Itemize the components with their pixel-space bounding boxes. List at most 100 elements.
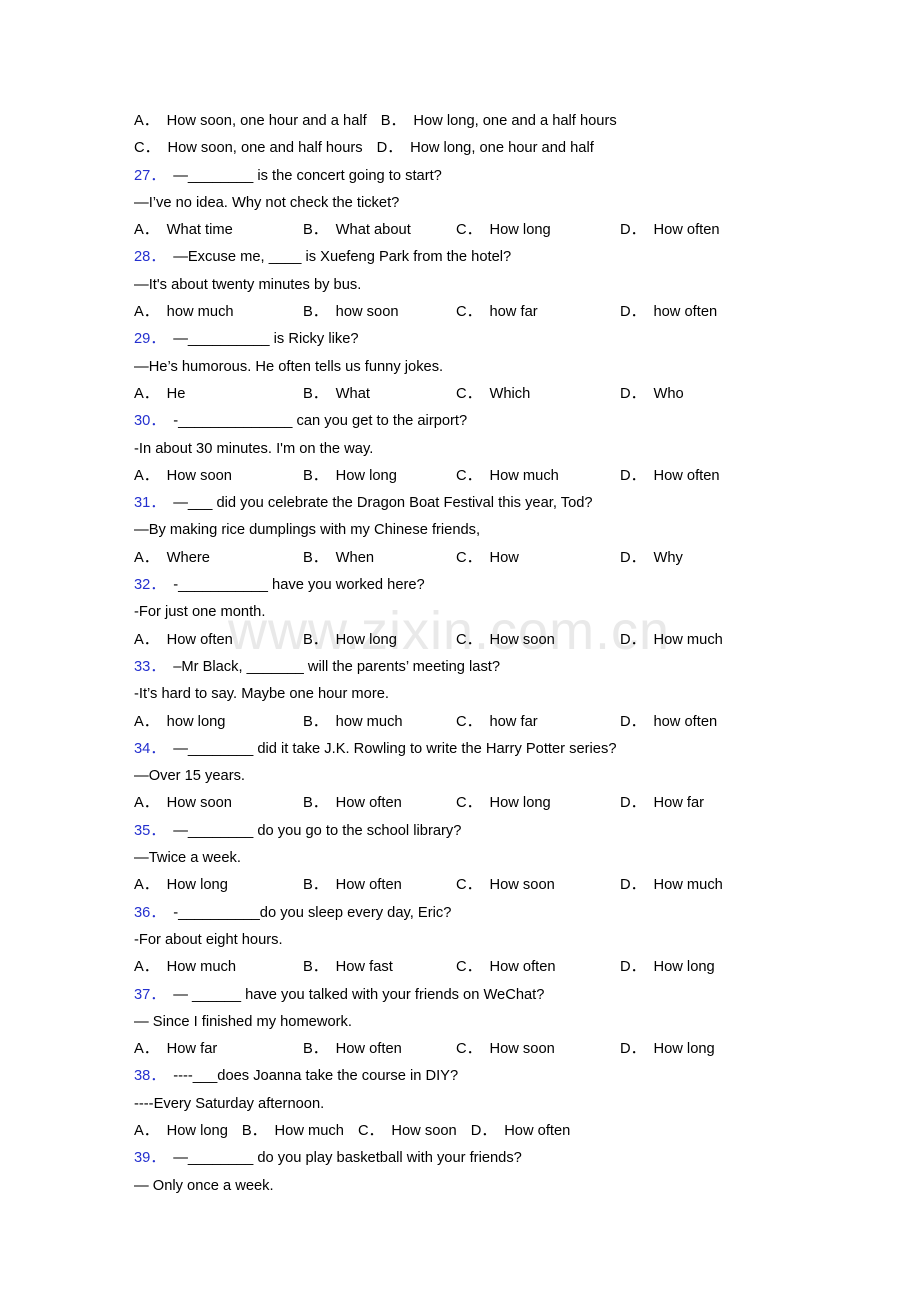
- option-2[interactable]: B． how soon: [303, 299, 399, 326]
- option-2[interactable]: B． What about: [303, 217, 411, 244]
- option-label: How often: [335, 877, 402, 894]
- option-label: What time: [166, 222, 233, 239]
- option-3[interactable]: C． How long: [456, 217, 551, 244]
- option-letter: D．: [620, 304, 646, 321]
- option-4[interactable]: D． How far: [620, 790, 704, 817]
- option-3[interactable]: C． How soon: [358, 1123, 457, 1139]
- option-label: How often: [653, 467, 720, 484]
- option-4[interactable]: D． How often: [471, 1123, 571, 1139]
- option-2[interactable]: D． How long, one hour and half: [377, 140, 594, 156]
- option-4[interactable]: D． How often: [620, 217, 720, 244]
- question-text: —________ do you go to the school librar…: [173, 822, 462, 839]
- options-row-37: A． How far B． How often C． How soon D． How …: [134, 1036, 834, 1063]
- option-4[interactable]: D． how often: [620, 709, 717, 736]
- option-2[interactable]: B． How long: [303, 463, 397, 490]
- question-number: 27．: [134, 167, 166, 184]
- option-1[interactable]: A． Where: [134, 545, 210, 572]
- option-3[interactable]: C． Which: [456, 381, 530, 408]
- question-34: 34． —________ did it take J.K. Rowling t…: [134, 736, 834, 763]
- option-4[interactable]: D． How often: [620, 463, 720, 490]
- answer-38: ----Every Saturday afternoon.: [134, 1091, 834, 1118]
- option-1[interactable]: A． He: [134, 381, 185, 408]
- option-2[interactable]: B． How often: [303, 872, 402, 899]
- option-label: What: [335, 385, 370, 402]
- question-number: 34．: [134, 740, 166, 757]
- option-2[interactable]: B． How often: [303, 790, 402, 817]
- option-label: how much: [166, 304, 234, 321]
- option-1[interactable]: A． How long: [134, 1123, 228, 1139]
- option-label: How soon: [166, 795, 232, 812]
- options-row-38: A． How long B． How much C． How soon D． How …: [134, 1118, 834, 1145]
- option-1[interactable]: A． How soon, one hour and a half: [134, 113, 367, 129]
- option-2[interactable]: B． How long: [303, 627, 397, 654]
- option-label: How much: [653, 631, 723, 648]
- option-label: How often: [166, 631, 233, 648]
- option-3[interactable]: C． How soon: [456, 872, 555, 899]
- option-letter: B．: [303, 959, 328, 976]
- question-32: 32． -___________ have you worked here?: [134, 572, 834, 599]
- option-letter: A．: [134, 795, 159, 812]
- option-label: Who: [653, 385, 684, 402]
- options-row-35: A． How long B． How often C． How soon D． How…: [134, 872, 834, 899]
- answer-text: — Only once a week.: [134, 1177, 274, 1194]
- option-4[interactable]: D． how often: [620, 299, 717, 326]
- option-letter: C．: [456, 1041, 482, 1058]
- option-4[interactable]: D． How long: [620, 954, 715, 981]
- option-1[interactable]: A． how much: [134, 299, 234, 326]
- option-2[interactable]: B． how much: [303, 709, 403, 736]
- option-2[interactable]: B． How often: [303, 1036, 402, 1063]
- option-4[interactable]: D． How much: [620, 627, 723, 654]
- option-letter: C．: [357, 1122, 384, 1139]
- option-2[interactable]: B． How much: [242, 1123, 344, 1139]
- option-3[interactable]: C． how far: [456, 299, 538, 326]
- option-1[interactable]: C． How soon, one and half hours: [134, 140, 363, 156]
- option-label: When: [335, 549, 375, 566]
- option-letter: A．: [134, 467, 159, 484]
- option-letter: B．: [303, 877, 328, 894]
- option-3[interactable]: C． How long: [456, 790, 551, 817]
- option-3[interactable]: C． How much: [456, 463, 559, 490]
- options-row-q26: A． How soon, one hour and a half B． How l…: [134, 108, 834, 135]
- question-29: 29． —__________ is Ricky like?: [134, 326, 834, 353]
- option-2[interactable]: B． When: [303, 545, 374, 572]
- option-letter: C．: [456, 549, 482, 566]
- option-1[interactable]: A． What time: [134, 217, 233, 244]
- option-4[interactable]: D． Who: [620, 381, 684, 408]
- options-row-33: A． how long B． how much C． how far D． how o…: [134, 709, 834, 736]
- option-letter: B．: [380, 113, 406, 129]
- question-text: -___________ have you worked here?: [173, 577, 425, 594]
- question-number: 32．: [134, 577, 166, 594]
- question-text: —________ is the concert going to start?: [173, 167, 442, 184]
- option-letter: B．: [303, 631, 328, 648]
- option-letter: C．: [134, 140, 160, 157]
- option-letter: A．: [134, 304, 159, 321]
- option-4[interactable]: D． Why: [620, 545, 683, 572]
- option-letter: B．: [303, 1041, 328, 1058]
- option-1[interactable]: A． How soon: [134, 790, 232, 817]
- option-3[interactable]: C． How soon: [456, 1036, 555, 1063]
- option-2[interactable]: B． What: [303, 381, 370, 408]
- option-letter: D．: [620, 549, 646, 566]
- question-text: ----___does Joanna take the course in DI…: [173, 1068, 459, 1085]
- option-3[interactable]: C． How soon: [456, 627, 555, 654]
- option-3[interactable]: C． How: [456, 545, 519, 572]
- option-3[interactable]: C． how far: [456, 709, 538, 736]
- option-1[interactable]: A． How far: [134, 1036, 217, 1063]
- option-4[interactable]: D． How long: [620, 1036, 715, 1063]
- option-1[interactable]: A． How often: [134, 627, 233, 654]
- option-4[interactable]: D． How much: [620, 872, 723, 899]
- option-label: How soon: [489, 631, 555, 648]
- option-1[interactable]: A． How long: [134, 872, 228, 899]
- option-letter: B．: [303, 385, 328, 402]
- option-2[interactable]: B． How long, one and a half hours: [381, 113, 617, 129]
- option-label: How long: [166, 1122, 228, 1139]
- option-1[interactable]: A． How much: [134, 954, 236, 981]
- option-1[interactable]: A． how long: [134, 709, 225, 736]
- worksheet-content: A． How soon, one hour and a half B． How l…: [134, 108, 834, 1200]
- option-2[interactable]: B． How fast: [303, 954, 393, 981]
- option-label: How: [489, 549, 519, 566]
- options-row-28: A． how much B． how soon C． how far D． how o…: [134, 299, 834, 326]
- answer-text: ----Every Saturday afternoon.: [134, 1095, 325, 1112]
- option-3[interactable]: C． How often: [456, 954, 556, 981]
- option-1[interactable]: A． How soon: [134, 463, 232, 490]
